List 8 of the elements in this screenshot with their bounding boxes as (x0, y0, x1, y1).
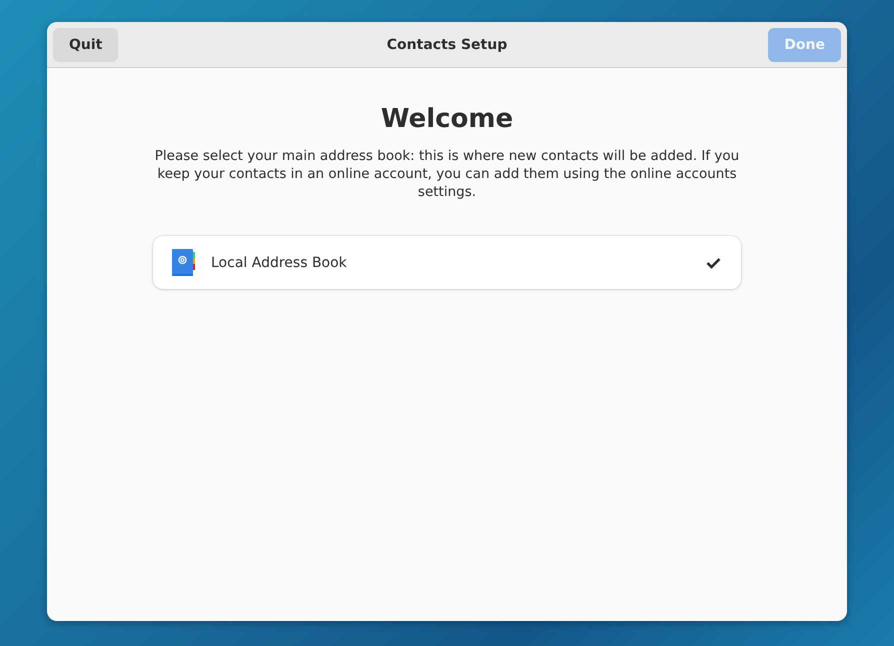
checkmark-icon (706, 256, 721, 268)
address-book-row[interactable]: Local Address Book (153, 236, 741, 289)
description-text: Please select your main address book: this is where new contacts will be added. If you keep your contacts in an online account, you can add them using the online accounts settings. (154, 147, 740, 201)
address-book-name: Local Address Book (211, 254, 348, 270)
address-book-icon (172, 248, 196, 276)
quit-button[interactable]: Quit (53, 28, 118, 62)
welcome-heading: Welcome (380, 104, 514, 134)
window-title: Contacts Setup (386, 36, 508, 52)
